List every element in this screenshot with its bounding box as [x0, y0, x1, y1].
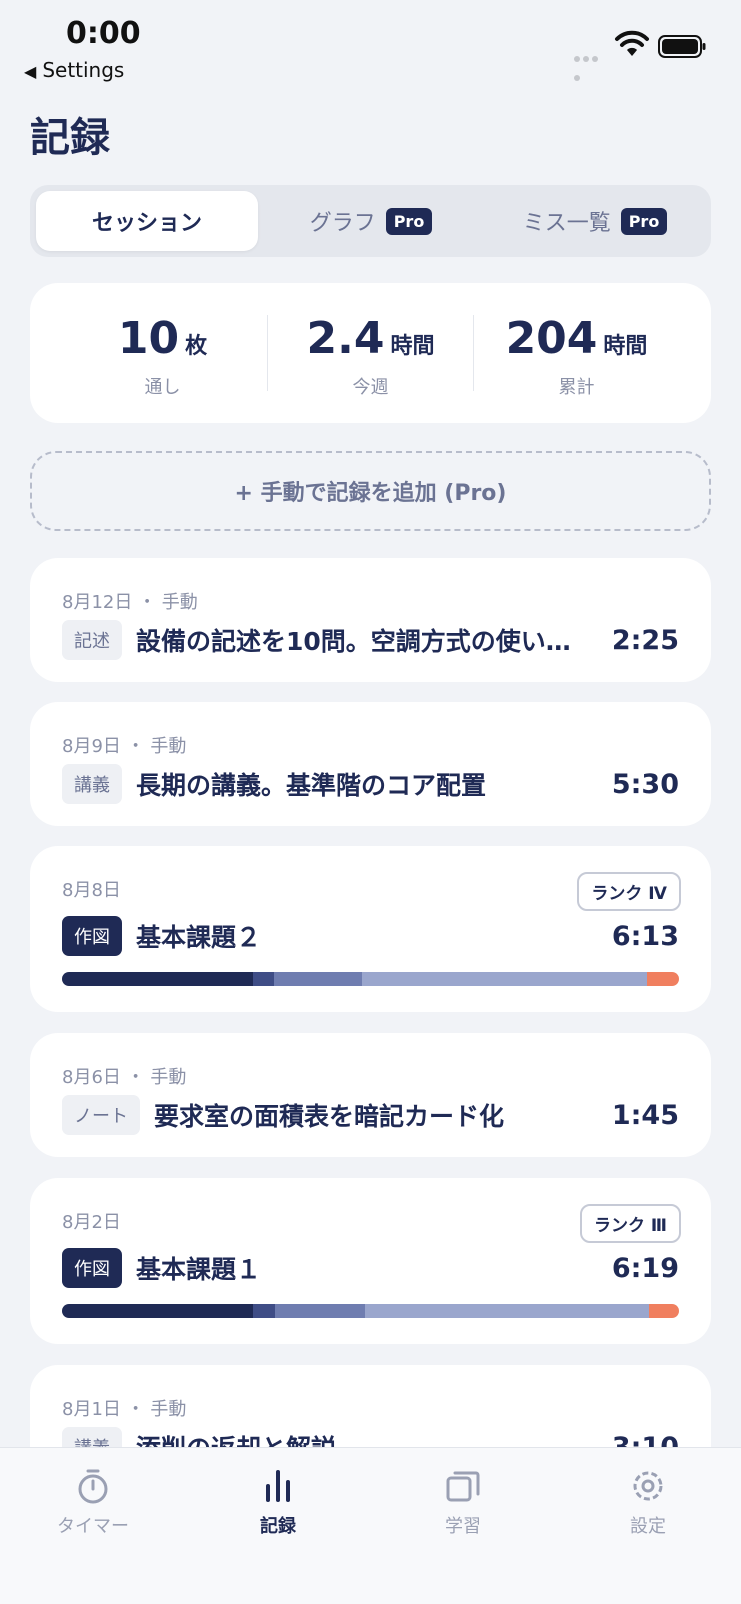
tab-label: 記録 [260, 1516, 296, 1537]
session-progress-bar [62, 1304, 679, 1318]
pro-badge: Pro [620, 207, 668, 235]
session-title: 基本課題２ [136, 923, 262, 952]
stat-runs: 10 枚 通し [60, 283, 265, 423]
stat-total: 204 時間 累計 [474, 283, 679, 423]
tab-records[interactable]: 記録 [208, 1466, 348, 1538]
progress-segment [273, 972, 362, 986]
session-duration: 2:25 [611, 624, 679, 656]
stat-value: 204 [505, 313, 598, 364]
stat-value: 2.4 [306, 313, 385, 364]
cellular-signal-icon [574, 47, 608, 81]
add-manual-record-button[interactable]: + 手動で記録を追加 (Pro) [30, 451, 711, 531]
session-date: 8月8日 [62, 880, 121, 901]
pro-badge: Pro [385, 207, 433, 235]
session-card[interactable]: 8月12日 ・ 手動 記述 設備の記述を10問。空調方式の使い分け 2:25 [30, 558, 711, 682]
stat-unit: 枚 [185, 334, 208, 359]
tab-label: 学習 [445, 1516, 481, 1537]
tab-label: 設定 [630, 1516, 666, 1537]
tab-settings[interactable]: 設定 [578, 1466, 718, 1538]
back-label: Settings [42, 58, 125, 82]
segment-label: ミス一覧 [522, 211, 611, 236]
summary-card: 10 枚 通し 2.4 時間 今週 204 時間 累計 [30, 283, 711, 423]
session-date: 8月1日 ・ 手動 [62, 1399, 187, 1420]
session-date: 8月6日 ・ 手動 [62, 1067, 187, 1088]
session-card[interactable]: 8月8日 ランク Ⅳ 作図 基本課題２ 6:13 [30, 846, 711, 1012]
stat-label: 通し [144, 377, 181, 398]
session-tag: 作図 [62, 1248, 122, 1288]
session-tag: 講義 [62, 764, 122, 804]
battery-icon [658, 35, 706, 58]
segment-graph[interactable]: グラフ Pro [260, 191, 482, 251]
stat-unit: 時間 [390, 334, 435, 359]
session-title: 設備の記述を10問。空調方式の使い分け [136, 627, 594, 656]
stat-this-week: 2.4 時間 今週 [268, 283, 473, 423]
session-duration: 5:30 [611, 768, 679, 800]
progress-segment [648, 1304, 679, 1318]
session-title: 長期の講義。基準階のコア配置 [136, 771, 487, 800]
session-duration: 6:19 [611, 1252, 679, 1284]
session-card[interactable]: 8月2日 ランク Ⅲ 作図 基本課題１ 6:19 [30, 1178, 711, 1344]
session-progress-bar [62, 972, 679, 986]
session-title: 基本課題１ [136, 1255, 262, 1284]
stat-label: 累計 [558, 377, 595, 398]
timer-icon [78, 1469, 108, 1504]
tab-study[interactable]: 学習 [393, 1466, 533, 1538]
tab-label: タイマー [57, 1516, 129, 1537]
segment-label: グラフ [309, 211, 376, 236]
session-date: 8月12日 ・ 手動 [62, 592, 198, 613]
stat-unit: 時間 [603, 334, 648, 359]
segment-sessions[interactable]: セッション [36, 191, 258, 251]
status-time: 0:00 [66, 16, 141, 51]
session-duration: 6:13 [611, 920, 679, 952]
progress-segment [253, 1304, 276, 1318]
progress-segment [361, 972, 647, 986]
cards-icon [446, 1471, 480, 1502]
back-triangle-icon: ◀ [24, 62, 37, 81]
rank-badge: ランク Ⅳ [577, 872, 681, 911]
back-to-settings-link[interactable]: ◀ Settings [24, 58, 124, 82]
session-card[interactable]: 8月9日 ・ 手動 講義 長期の講義。基準階のコア配置 5:30 [30, 702, 711, 826]
chart-bars-icon [266, 1470, 290, 1502]
stat-label: 今週 [352, 377, 389, 398]
wifi-icon [615, 30, 649, 56]
tab-bar: タイマー 記録 学習 設定 [0, 1447, 741, 1604]
rank-badge: ランク Ⅲ [580, 1204, 681, 1243]
view-segmented-control: セッション グラフ Pro ミス一覧 Pro [30, 185, 711, 257]
stat-value: 10 [117, 313, 180, 364]
progress-segment [364, 1304, 649, 1318]
session-title: 要求室の面積表を暗記カード化 [154, 1102, 505, 1131]
progress-segment [62, 972, 254, 986]
session-tag: ノート [62, 1095, 140, 1135]
tab-timer[interactable]: タイマー [23, 1466, 163, 1538]
segment-label: セッション [91, 211, 202, 236]
status-bar: 0:00 ◀ Settings [0, 0, 741, 90]
segment-mistakes[interactable]: ミス一覧 Pro [484, 191, 706, 251]
session-duration: 1:45 [611, 1099, 679, 1131]
session-tag: 記述 [62, 620, 122, 660]
progress-segment [646, 972, 679, 986]
progress-segment [275, 1304, 365, 1318]
progress-segment [62, 1304, 254, 1318]
page-title: 記録 [30, 115, 110, 161]
session-tag: 作図 [62, 916, 122, 956]
session-card[interactable]: 8月6日 ・ 手動 ノート 要求室の面積表を暗記カード化 1:45 [30, 1033, 711, 1157]
gear-icon [633, 1471, 663, 1501]
session-date: 8月9日 ・ 手動 [62, 736, 187, 757]
session-date: 8月2日 [62, 1212, 121, 1233]
progress-segment [253, 972, 274, 986]
